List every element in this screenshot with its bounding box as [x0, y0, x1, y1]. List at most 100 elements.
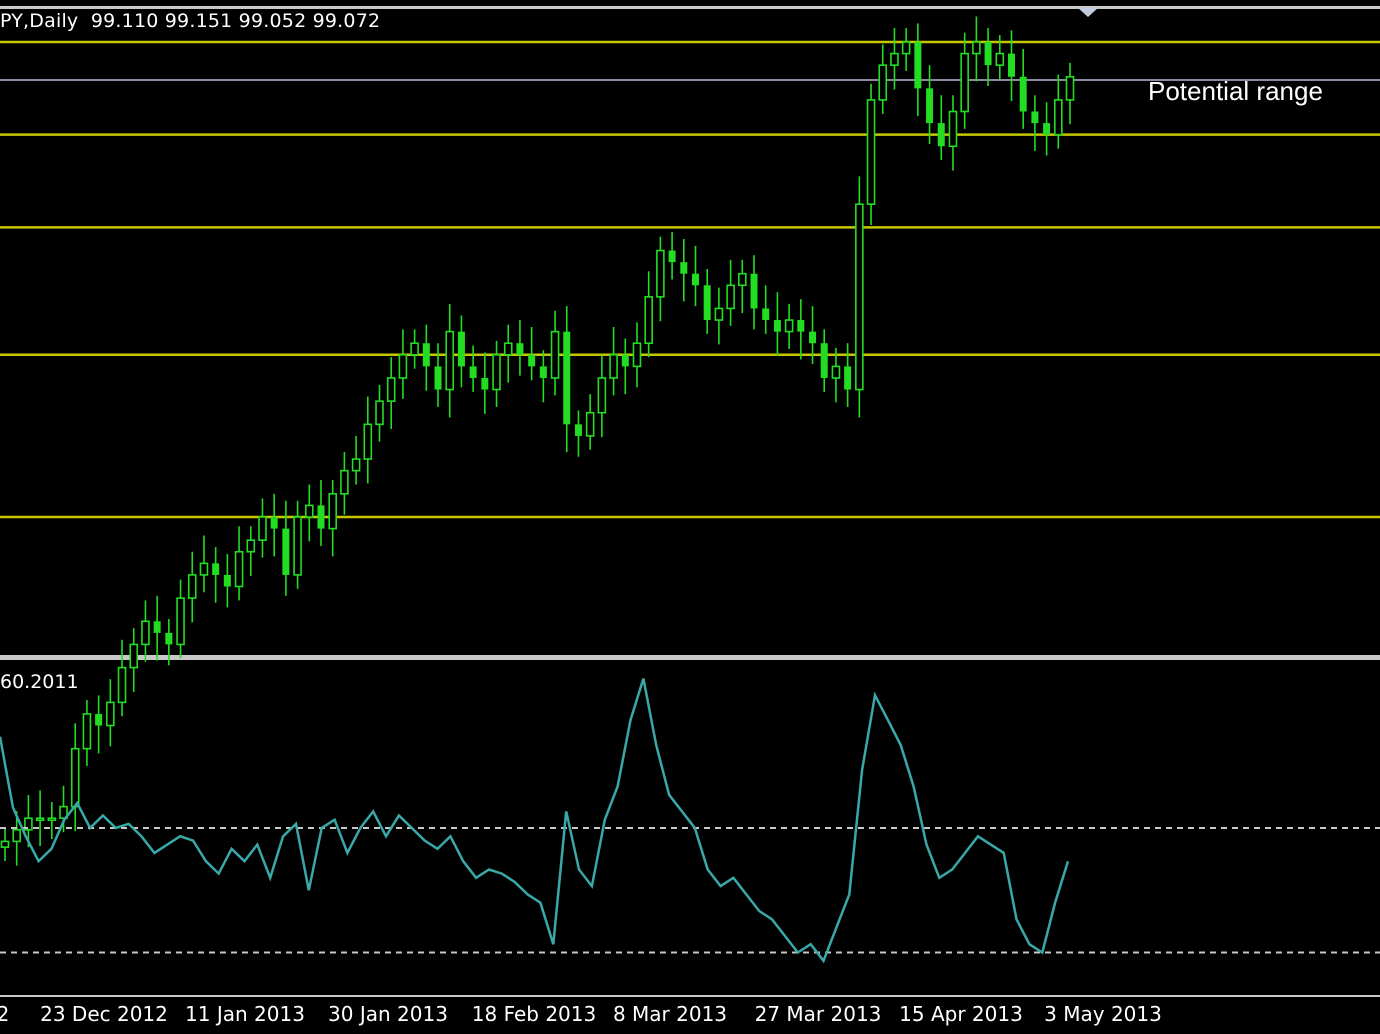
candle-body-bear — [1043, 123, 1051, 135]
candle-body-bear — [773, 320, 781, 332]
candle-body-bear — [153, 621, 161, 633]
oscillator-panel — [0, 678, 1380, 964]
candle-body-bull — [1053, 99, 1063, 136]
candle-body-bull — [878, 64, 888, 101]
candle-body-bear — [621, 354, 629, 367]
candle-body-bull — [293, 516, 302, 576]
candle-body-bear — [844, 366, 852, 390]
candle-body-bull — [609, 354, 618, 379]
candle-body-bull — [644, 296, 653, 345]
candle-body-bull — [187, 574, 197, 599]
candle-body-bull — [784, 319, 794, 333]
candle-body-bear — [422, 343, 430, 367]
candle-body-bull — [176, 597, 185, 646]
candle-body-bear — [165, 632, 173, 645]
candle-body-bear — [926, 88, 934, 124]
candle-body-bull — [199, 562, 209, 576]
candle-body-bull — [960, 52, 969, 113]
candle-body-bear — [797, 320, 805, 332]
candle-body-bull — [117, 666, 127, 704]
candle-body-bear — [212, 563, 220, 575]
x-tick-label: 18 Feb 2013 — [471, 1002, 597, 1026]
candle-body-bull — [398, 354, 408, 379]
horizontal-levels — [0, 40, 1380, 997]
candle-body-bear — [223, 574, 231, 587]
x-tick-label: 2 — [0, 1002, 10, 1026]
candle-body-bear — [481, 377, 489, 390]
candle-body-bull — [106, 701, 115, 727]
candle-body-bear — [820, 343, 828, 378]
candle-body-bear — [563, 331, 571, 425]
candle-body-bull — [141, 620, 150, 646]
candle-body-bull — [351, 458, 361, 472]
candle-body-bear — [984, 42, 992, 66]
candle-body-bull — [304, 504, 314, 518]
candle-body-bear — [95, 713, 103, 726]
candle-body-bear — [516, 343, 524, 355]
candle-body-bull — [70, 747, 80, 808]
candle-body-bear — [434, 366, 442, 390]
candle-body-bull — [726, 284, 735, 310]
candle-body-bull — [866, 99, 876, 205]
candle-body-bull — [831, 365, 841, 379]
candle-body-bull — [855, 203, 864, 391]
panel-separator — [0, 655, 1380, 660]
candle-body-bull — [386, 377, 396, 402]
candle-body-bear — [457, 331, 465, 367]
candle-body-bear — [574, 424, 582, 436]
candle-body-bull — [246, 539, 256, 553]
x-tick-label: 30 Jan 2013 — [328, 1002, 448, 1026]
candle-body-bear — [1019, 76, 1027, 112]
candle-body-bull — [375, 400, 384, 426]
symbol-ohlc-label: PY,Daily 99.110 99.151 99.052 99.072 — [0, 10, 381, 32]
candle-body-bear — [691, 273, 699, 286]
candle-body-bull — [12, 829, 22, 843]
candle-body-bull — [714, 307, 724, 321]
chart-shift-marker-icon[interactable] — [1078, 8, 1098, 17]
candle-body-bull — [550, 330, 560, 379]
candle-body-bear — [270, 517, 278, 529]
candle-body-bull — [445, 330, 455, 391]
candle-body-bull — [901, 41, 911, 55]
x-tick-label: 11 Jan 2013 — [185, 1002, 305, 1026]
candle-body-bull — [585, 411, 595, 437]
candle-body-bull — [597, 377, 607, 414]
candle-body-bear — [750, 273, 758, 309]
candle-body-bull — [410, 342, 419, 356]
oscillator-series-line — [0, 678, 1070, 964]
candle-body-bear — [469, 366, 477, 378]
top-border — [0, 0, 1380, 9]
candle-body-bull — [340, 469, 349, 495]
candle-body-bear — [317, 505, 325, 529]
x-tick-label: 3 May 2013 — [1044, 1002, 1162, 1026]
candle-body-bear — [528, 354, 536, 367]
candle-body-bull — [492, 354, 501, 391]
candle-body-bull — [363, 423, 373, 460]
x-tick-label: 15 Apr 2013 — [899, 1002, 1023, 1026]
candle-body-bull — [82, 713, 92, 750]
candle-body-bull — [328, 493, 337, 530]
candle-body-bear — [809, 331, 817, 344]
price-and-oscillator-chart[interactable] — [0, 0, 1380, 1034]
candlesticks — [0, 16, 1075, 866]
candle-body-bull — [948, 110, 958, 148]
candle-body-bull — [738, 272, 747, 287]
candle-body-bull — [972, 41, 981, 55]
candle-body-bull — [47, 817, 57, 822]
candle-body-bear — [937, 123, 945, 147]
x-tick-label: 27 Mar 2013 — [754, 1002, 882, 1026]
candle-body-bear — [703, 285, 711, 321]
candle-body-bear — [1007, 53, 1015, 77]
candle-body-bull — [234, 550, 244, 588]
candle-body-bull — [258, 516, 267, 541]
candle-body-bear — [914, 42, 922, 89]
candle-body-bull — [995, 52, 1005, 66]
candle-body-bear — [680, 262, 688, 274]
candle-body-bear — [668, 250, 676, 263]
x-tick-label: 23 Dec 2012 — [40, 1002, 168, 1026]
potential-range-annotation: Potential range — [1148, 76, 1323, 106]
candle-body-bull — [129, 643, 139, 669]
x-tick-label: 8 Mar 2013 — [612, 1002, 728, 1026]
oscillator-label: 60.2011 — [0, 671, 79, 693]
candle-body-bull — [35, 817, 45, 822]
